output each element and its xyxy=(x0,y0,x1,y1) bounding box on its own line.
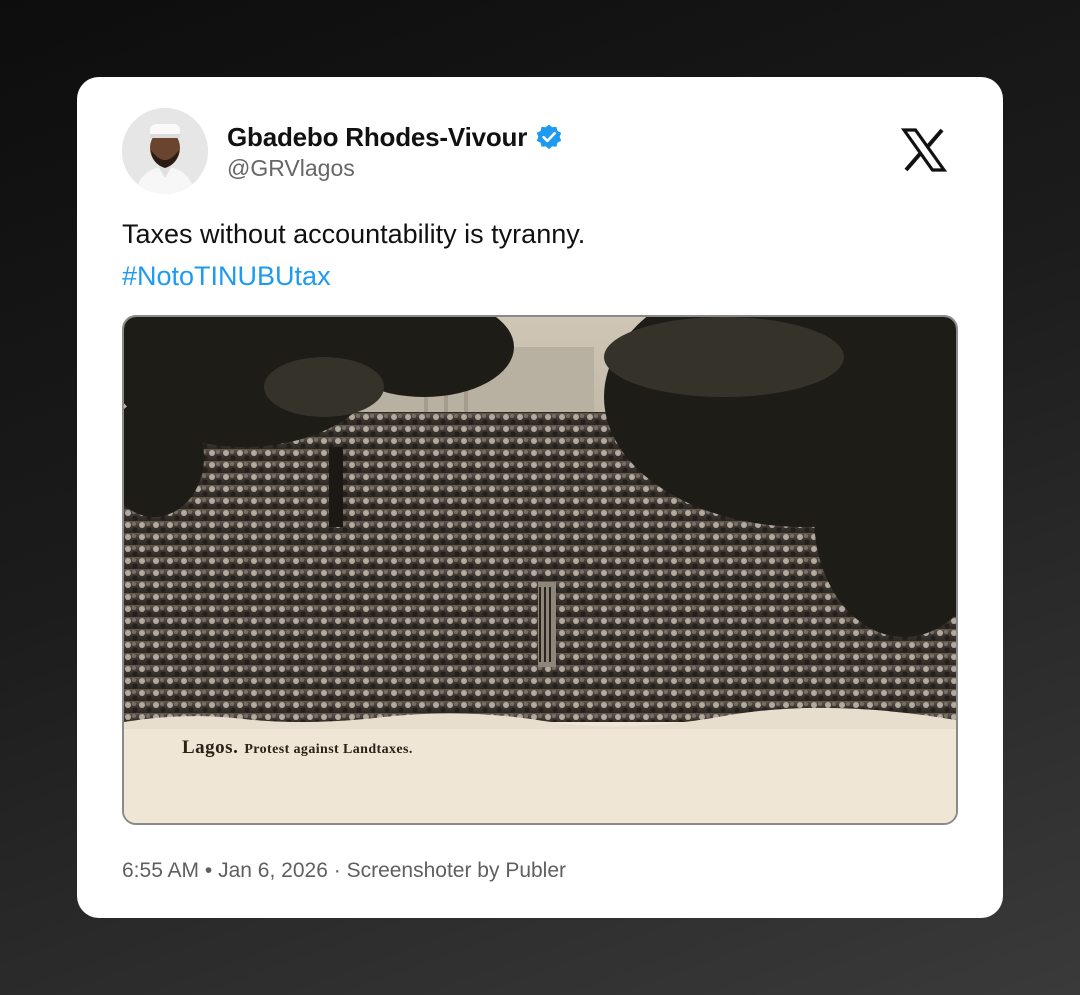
meta-dot: · xyxy=(333,859,341,882)
tweet-body-text: Taxes without accountability is tyranny. xyxy=(122,219,586,249)
meta-separator: • xyxy=(204,859,213,882)
author-avatar[interactable] xyxy=(122,108,208,194)
tweet-meta: 6:55 AM • Jan 6, 2026 · Screenshoter by … xyxy=(122,859,566,883)
caption-description: Protest against Landtaxes. xyxy=(244,742,413,757)
hashtag-link[interactable]: #NotoTINUBUtax xyxy=(122,260,331,292)
post-date[interactable]: Jan 6, 2026 xyxy=(218,859,328,882)
author-display-name[interactable]: Gbadebo Rhodes-Vivour xyxy=(227,122,527,153)
screenshot-credit: Screenshoter by Publer xyxy=(346,859,567,882)
post-time[interactable]: 6:55 AM xyxy=(122,859,199,882)
tweet-card: Gbadebo Rhodes-Vivour @GRVlagos Taxes wi… xyxy=(77,77,1003,918)
photo-caption: Lagos. Protest against Landtaxes. xyxy=(182,737,413,759)
author-name-row: Gbadebo Rhodes-Vivour xyxy=(227,119,563,155)
x-logo-icon[interactable] xyxy=(900,127,948,173)
tweet-media-image[interactable]: Lagos. Protest against Landtaxes. xyxy=(122,315,958,825)
caption-place: Lagos. xyxy=(182,737,239,758)
author-handle[interactable]: @GRVlagos xyxy=(227,155,355,182)
verified-badge-icon xyxy=(535,123,563,151)
